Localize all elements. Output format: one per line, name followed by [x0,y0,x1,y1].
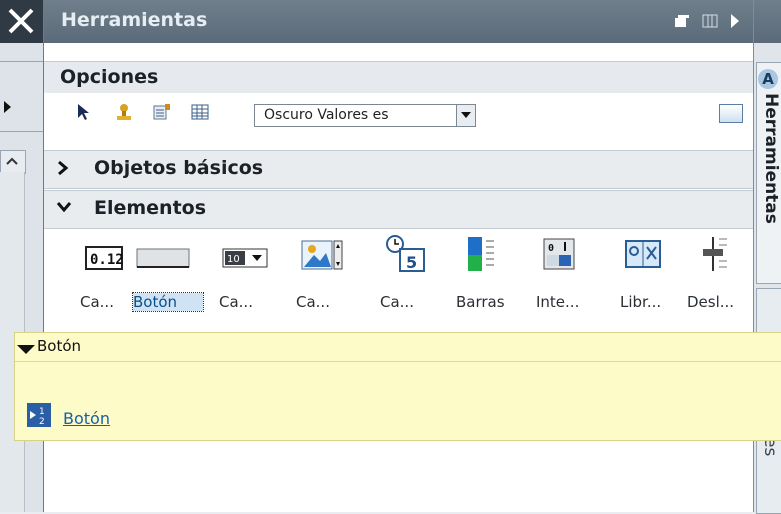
button-icon [136,248,190,268]
slider-icon [703,237,727,271]
element-item[interactable]: 5 Ca... [380,230,450,330]
symbolic-io-icon: 10 [222,248,268,268]
chevron-right-icon [58,160,69,176]
element-item[interactable]: 10 Ca... [219,230,289,330]
table-icon[interactable] [190,102,210,122]
svg-text:10: 10 [227,254,240,265]
graphic-io-icon [301,240,343,270]
date-time-icon: 5 [386,235,425,272]
bar-icon [468,237,494,271]
element-label: Desl... [687,293,735,311]
element-item[interactable]: Libr... [620,230,690,330]
svg-text:5: 5 [406,253,417,272]
tooltip-title: Botón [37,337,82,355]
close-button[interactable] [0,0,43,43]
chevron-down-icon [56,202,72,213]
style-dropdown[interactable]: Oscuro Valores es [254,104,476,127]
tab-letter-badge: A [758,69,778,89]
switch-icon: 0 [543,238,575,270]
split-view-icon[interactable] [702,14,718,28]
section-basic-objects[interactable]: Objetos básicos [44,150,754,189]
element-label: Libr... [620,293,662,311]
help-link[interactable]: Botón [63,409,110,428]
chevron-up-icon [6,157,18,165]
tab-herramientas-label: Herramientas [761,93,781,224]
element-label: Barras [456,293,505,311]
properties-icon[interactable] [152,102,172,122]
element-label-selected: Botón [132,292,204,312]
svg-text:0: 0 [548,243,554,254]
element-item[interactable]: Botón [132,230,204,330]
scroll-up-button[interactable] [0,150,26,174]
section-elements[interactable]: Elementos [44,190,754,229]
options-header[interactable]: Opciones [44,61,754,94]
window: Herramientas Opciones Oscuro Valores es [0,0,781,514]
element-label: Ca... [219,293,253,311]
collapse-right-icon[interactable] [730,13,740,29]
svg-text:1: 1 [39,407,45,417]
stamp-icon[interactable] [114,102,134,122]
options-title: Opciones [60,66,159,88]
element-item[interactable]: Ca... [296,230,366,330]
element-label: Inte... [536,293,580,311]
elements-palette: 0.12 Ca... Botón 10 Ca... Ca... 5 Ca... [44,230,754,330]
section-elements-label: Elementos [94,197,207,219]
panel-title: Herramientas [61,9,208,31]
tab-herramientas[interactable]: A Herramientas [756,62,781,284]
element-item[interactable]: 0 Inte... [536,230,606,330]
tooltip-header[interactable]: Botón [15,333,781,362]
help-topic-icon: 12 [27,403,51,427]
float-window-icon[interactable] [674,14,690,28]
element-label: Ca... [296,293,330,311]
svg-text:0.12: 0.12 [90,252,124,268]
tooltip: Botón 12 Botón [14,332,781,441]
element-label: Ca... [380,293,414,311]
expand-arrow-icon[interactable] [4,101,11,113]
chevron-down-icon[interactable] [456,105,475,126]
collapse-arrow-icon [17,345,35,354]
symbol-library-icon [625,240,661,268]
section-basic-label: Objetos básicos [94,157,264,179]
io-field-icon: 0.12 [85,246,124,270]
style-dropdown-value: Oscuro Valores es [264,107,389,123]
pointer-icon[interactable] [74,102,94,122]
options-toolbar: Oscuro Valores es [44,93,754,131]
svg-text:2: 2 [39,417,45,427]
element-item[interactable]: Desl... [687,230,757,330]
window-view-icon[interactable] [719,104,743,123]
element-item[interactable]: Barras [456,230,526,330]
close-icon [8,8,34,34]
panel-title-bar: Herramientas [44,0,754,43]
